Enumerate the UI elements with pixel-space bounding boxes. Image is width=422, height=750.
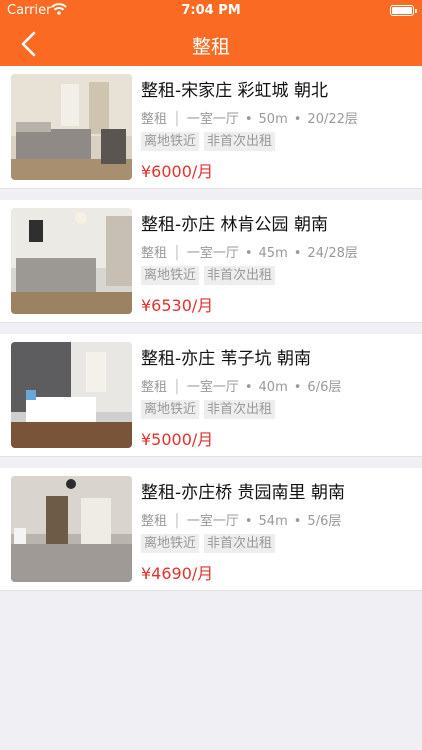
- listing-layout: 一室一厅: [186, 246, 239, 261]
- app-header: Carrier 7:04 PM 整租: [0, 0, 422, 66]
- listing-layout: 一室一厅: [186, 380, 239, 395]
- listing-floor: 20/22层: [307, 112, 358, 127]
- tag-near-subway: 离地铁近: [141, 266, 200, 285]
- tag-near-subway: 离地铁近: [141, 400, 200, 419]
- listing-card[interactable]: 整租-亦庄 林肯公园 朝南 整租 │ 一室一厅 • 45m • 24/28层 离地铁近 非首次…: [0, 200, 422, 323]
- listing-tags: 离地铁近 非首次出租: [141, 264, 280, 285]
- listing-title: 整租-亦庄 苇子坑 朝南: [141, 349, 311, 369]
- tag-near-subway: 离地铁近: [141, 534, 200, 553]
- listing-floor: 24/28层: [307, 246, 358, 261]
- listing-type: 整租: [141, 246, 168, 261]
- listing-photo: [11, 74, 132, 180]
- listing-title: 整租-宋家庄 彩虹城 朝北: [141, 81, 328, 101]
- tag-not-first-rental: 非首次出租: [204, 534, 276, 553]
- page-title: 整租: [191, 36, 230, 58]
- listing-title: 整租-亦庄 林肯公园 朝南: [141, 215, 328, 235]
- listing-price: ¥6000/月: [141, 162, 214, 181]
- listing-list: 整租-宋家庄 彩虹城 朝北 整租 │ 一室一厅 • 50m • 20/22层 离地铁近 非首次…: [0, 66, 422, 602]
- listing-price: ¥4690/月: [141, 564, 214, 583]
- listing-photo: [11, 476, 132, 582]
- tag-not-first-rental: 非首次出租: [204, 400, 276, 419]
- listing-layout: 一室一厅: [186, 514, 239, 529]
- listing-type: 整租: [141, 112, 168, 127]
- listing-tags: 离地铁近 非首次出租: [141, 532, 280, 553]
- listing-photo: [11, 208, 132, 314]
- listing-photo: [11, 342, 132, 448]
- listing-card[interactable]: 整租-亦庄桥 贵园南里 朝南 整租 │ 一室一厅 • 54m • 5/6层 离地铁近 非首次出…: [0, 468, 422, 591]
- tag-near-subway: 离地铁近: [141, 132, 200, 151]
- listing-type: 整租: [141, 514, 168, 529]
- listing-area: 40m: [258, 380, 288, 395]
- listing-price: ¥6530/月: [141, 296, 214, 315]
- listing-type: 整租: [141, 380, 168, 395]
- listing-meta: 整租 │ 一室一厅 • 54m • 5/6层: [141, 514, 342, 529]
- listing-area: 45m: [258, 246, 288, 261]
- listing-area: 50m: [258, 112, 288, 127]
- listing-card[interactable]: 整租-宋家庄 彩虹城 朝北 整租 │ 一室一厅 • 50m • 20/22层 离地铁近 非首次…: [0, 66, 422, 189]
- listing-title: 整租-亦庄桥 贵园南里 朝南: [141, 483, 345, 503]
- listing-floor: 6/6层: [307, 380, 342, 395]
- listing-meta: 整租 │ 一室一厅 • 40m • 6/6层: [141, 380, 342, 395]
- listing-tags: 离地铁近 非首次出租: [141, 398, 280, 419]
- listing-layout: 一室一厅: [186, 112, 239, 127]
- tag-not-first-rental: 非首次出租: [204, 132, 276, 151]
- listing-meta: 整租 │ 一室一厅 • 50m • 20/22层: [141, 112, 358, 127]
- listing-area: 54m: [258, 514, 288, 529]
- tag-not-first-rental: 非首次出租: [204, 266, 276, 285]
- listing-price: ¥5000/月: [141, 430, 214, 449]
- battery-icon: [390, 5, 417, 16]
- navigation-bar: 整租: [0, 22, 422, 66]
- clock: 7:04 PM: [181, 3, 241, 18]
- listing-card[interactable]: 整租-亦庄 苇子坑 朝南 整租 │ 一室一厅 • 40m • 6/6层 离地铁近 非首次出租 …: [0, 334, 422, 457]
- listing-floor: 5/6层: [307, 514, 342, 529]
- listing-meta: 整租 │ 一室一厅 • 45m • 24/28层: [141, 246, 358, 261]
- status-bar: Carrier 7:04 PM: [0, 0, 422, 22]
- listing-tags: 离地铁近 非首次出租: [141, 130, 280, 151]
